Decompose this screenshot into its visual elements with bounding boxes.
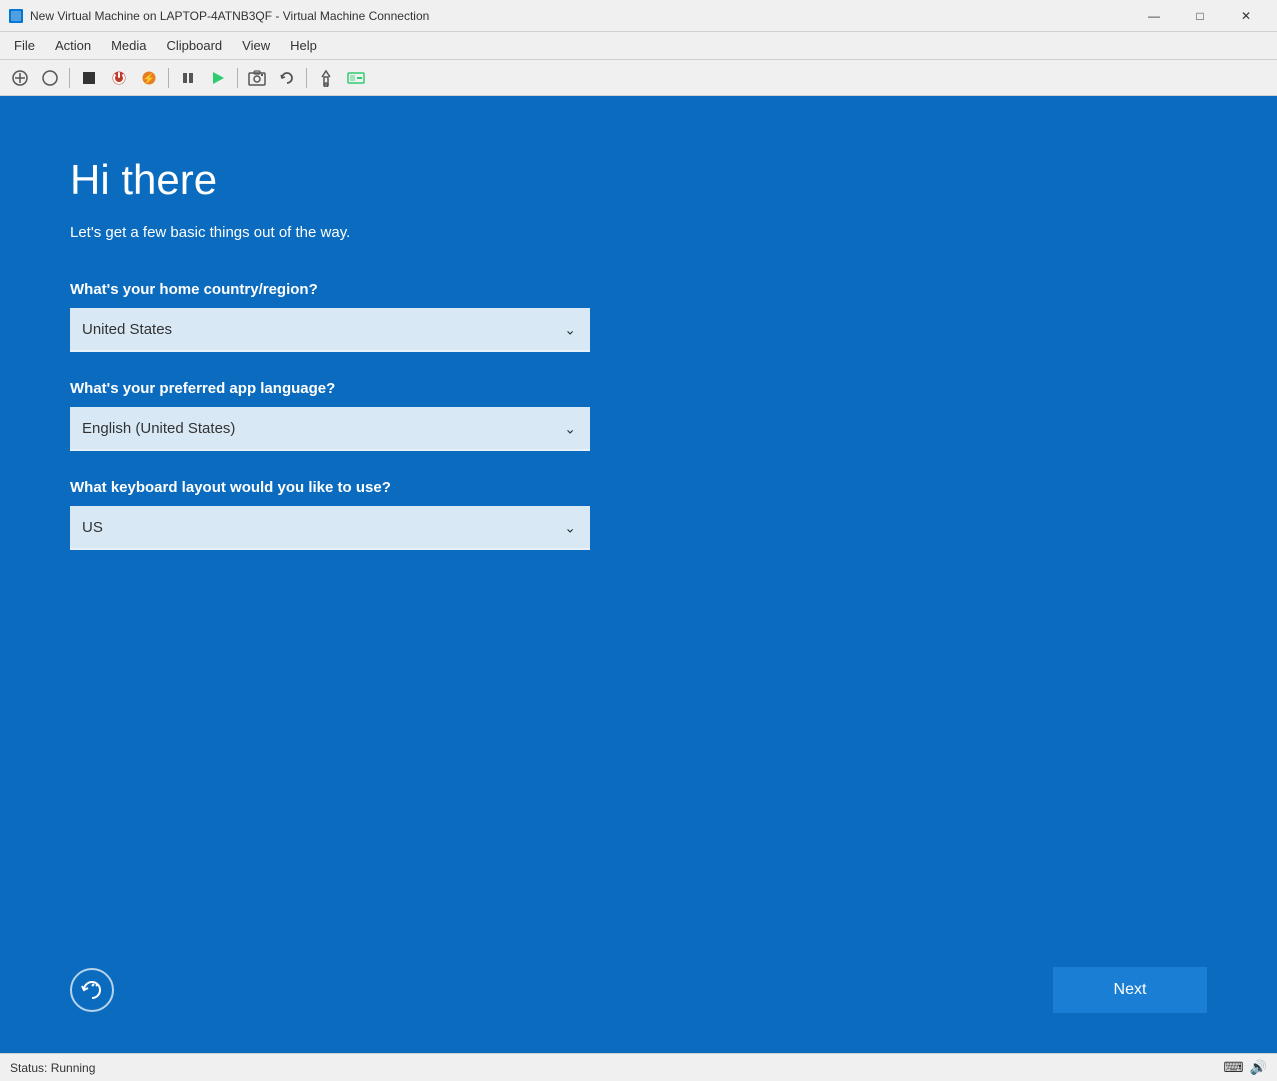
keyboard-section: What keyboard layout would you like to u… xyxy=(70,479,1207,550)
usb-button[interactable] xyxy=(312,64,340,92)
greeting-title: Hi there xyxy=(70,156,1207,204)
title-bar: New Virtual Machine on LAPTOP-4ATNB3QF -… xyxy=(0,0,1277,32)
menu-view[interactable]: View xyxy=(232,34,280,57)
power-off-button[interactable] xyxy=(105,64,133,92)
menu-media[interactable]: Media xyxy=(101,34,156,57)
separator-3 xyxy=(237,68,238,88)
svg-text:⚡: ⚡ xyxy=(143,72,155,85)
menu-bar: File Action Media Clipboard View Help xyxy=(0,32,1277,60)
keyboard-status-icon: ⌨ xyxy=(1223,1059,1243,1076)
status-text: Status: Running xyxy=(10,1061,95,1075)
window-title: New Virtual Machine on LAPTOP-4ATNB3QF -… xyxy=(30,9,1131,23)
type-text-button[interactable] xyxy=(36,64,64,92)
window-icon xyxy=(8,8,24,24)
separator-4 xyxy=(306,68,307,88)
greeting-subtitle: Let's get a few basic things out of the … xyxy=(70,224,1207,241)
window-controls: — □ ✕ xyxy=(1131,0,1269,32)
revert-button[interactable] xyxy=(273,64,301,92)
next-button[interactable]: Next xyxy=(1053,967,1207,1013)
country-label: What's your home country/region? xyxy=(70,281,1207,298)
language-label: What's your preferred app language? xyxy=(70,380,1207,397)
language-select[interactable]: English (United States) English (United … xyxy=(70,407,590,451)
keyboard-select-wrapper: US UK French German ⌄ xyxy=(70,506,590,550)
drive-button[interactable] xyxy=(342,64,370,92)
separator-2 xyxy=(168,68,169,88)
toolbar: ⚡ xyxy=(0,60,1277,96)
stop-button[interactable] xyxy=(75,64,103,92)
keyboard-label: What keyboard layout would you like to u… xyxy=(70,479,1207,496)
minimize-button[interactable]: — xyxy=(1131,0,1177,32)
play-button[interactable] xyxy=(204,64,232,92)
menu-help[interactable]: Help xyxy=(280,34,327,57)
separator-1 xyxy=(69,68,70,88)
network-status-icon: 🔊 xyxy=(1250,1059,1267,1076)
menu-file[interactable]: File xyxy=(4,34,45,57)
status-icons: ⌨ 🔊 xyxy=(1223,1059,1267,1076)
bottom-nav: Next xyxy=(70,967,1207,1013)
power-on-button[interactable]: ⚡ xyxy=(135,64,163,92)
close-button[interactable]: ✕ xyxy=(1223,0,1269,32)
menu-clipboard[interactable]: Clipboard xyxy=(157,34,233,57)
country-section: What's your home country/region? United … xyxy=(70,281,1207,352)
ctrl-alt-del-button[interactable] xyxy=(6,64,34,92)
language-section: What's your preferred app language? Engl… xyxy=(70,380,1207,451)
maximize-button[interactable]: □ xyxy=(1177,0,1223,32)
reset-button[interactable] xyxy=(70,968,114,1012)
country-select[interactable]: United States Canada United Kingdom Aust… xyxy=(70,308,590,352)
vm-screen: Hi there Let's get a few basic things ou… xyxy=(0,96,1277,1053)
country-select-wrapper: United States Canada United Kingdom Aust… xyxy=(70,308,590,352)
keyboard-select[interactable]: US UK French German xyxy=(70,506,590,550)
pause-button[interactable] xyxy=(174,64,202,92)
status-bar: Status: Running ⌨ 🔊 xyxy=(0,1053,1277,1081)
snapshot-button[interactable] xyxy=(243,64,271,92)
menu-action[interactable]: Action xyxy=(45,34,101,57)
language-select-wrapper: English (United States) English (United … xyxy=(70,407,590,451)
